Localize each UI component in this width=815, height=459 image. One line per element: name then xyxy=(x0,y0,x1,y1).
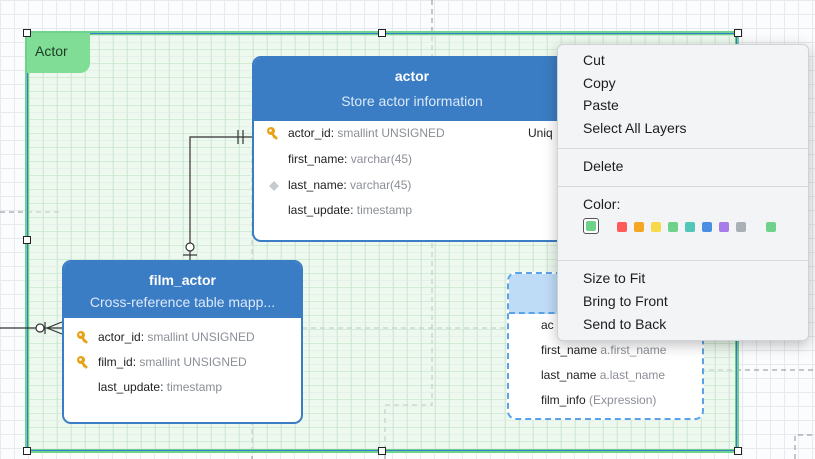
column-name: film_info xyxy=(541,393,586,407)
film-actor-table[interactable]: film_actor Cross-reference table mapp...… xyxy=(62,260,303,424)
column-name: last_name xyxy=(541,368,597,382)
column-row[interactable]: last_name: varchar(45) xyxy=(288,178,411,192)
column-name: first_name xyxy=(288,152,345,166)
primary-key-icon xyxy=(77,331,88,344)
context-menu: Cut Copy Paste Select All Layers Delete … xyxy=(557,44,809,341)
column-row[interactable]: last_update: timestamp xyxy=(98,380,222,394)
column-source: a.last_name xyxy=(599,368,666,382)
primary-key-icon xyxy=(77,356,88,369)
column-name: first_name xyxy=(541,343,598,357)
menu-item-delete[interactable]: Delete xyxy=(583,158,623,174)
column-row[interactable]: actor_id: smallint UNSIGNED xyxy=(288,126,445,140)
column-name: last_update xyxy=(98,380,161,394)
actor-table[interactable]: actor Store actor information actor_id: … xyxy=(252,56,572,242)
color-swatch-yellow[interactable] xyxy=(651,222,661,232)
color-swatch-purple[interactable] xyxy=(719,222,729,232)
column-row[interactable]: first_name: varchar(45) xyxy=(288,152,412,166)
column-type: timestamp xyxy=(166,380,223,394)
column-type: smallint UNSIGNED xyxy=(147,330,255,344)
column-source: a.first_name xyxy=(600,343,667,357)
menu-item-size-to-fit[interactable]: Size to Fit xyxy=(583,270,645,286)
column-name: actor_id xyxy=(98,330,141,344)
column-index-label: Uniq xyxy=(528,126,553,140)
column-name: last_name xyxy=(288,178,344,192)
menu-item-select-all-layers[interactable]: Select All Layers xyxy=(583,120,687,136)
menu-item-send-to-back[interactable]: Send to Back xyxy=(583,316,666,332)
menu-separator xyxy=(558,186,808,187)
column-row[interactable]: first_name a.first_name xyxy=(541,343,666,357)
column-row[interactable]: film_info (Expression) xyxy=(541,393,656,407)
column-row[interactable]: last_update: timestamp xyxy=(288,203,412,217)
column-type: smallint UNSIGNED xyxy=(139,355,247,369)
menu-item-paste[interactable]: Paste xyxy=(583,97,619,113)
film-actor-table-header[interactable]: film_actor Cross-reference table mapp... xyxy=(64,262,301,318)
column-source: (Expression) xyxy=(589,393,657,407)
menu-item-copy[interactable]: Copy xyxy=(583,75,616,91)
column-type: smallint UNSIGNED xyxy=(337,126,445,140)
column-type: varchar(45) xyxy=(350,152,413,166)
nullable-diamond-icon xyxy=(269,181,279,191)
menu-item-bring-to-front[interactable]: Bring to Front xyxy=(583,293,668,309)
color-swatch-blue[interactable] xyxy=(702,222,712,232)
color-label: Color: xyxy=(583,196,621,212)
menu-item-cut[interactable]: Cut xyxy=(583,52,605,68)
color-swatch-orange[interactable] xyxy=(634,222,644,232)
actor-table-title: actor xyxy=(394,68,430,84)
column-name: film_id xyxy=(98,355,133,369)
column-type: timestamp xyxy=(356,203,413,217)
color-swatch-red[interactable] xyxy=(617,222,627,232)
film-actor-table-subtitle: Cross-reference table mapp... xyxy=(89,294,276,310)
film-actor-table-title: film_actor xyxy=(149,272,216,288)
primary-key-icon xyxy=(267,127,278,140)
column-row[interactable]: last_name a.last_name xyxy=(541,368,665,382)
column-row[interactable]: ac xyxy=(541,318,554,332)
menu-separator xyxy=(558,260,808,261)
color-swatch-selected[interactable] xyxy=(583,218,599,234)
actor-table-subtitle: Store actor information xyxy=(341,93,483,109)
color-swatch-green[interactable] xyxy=(668,222,678,232)
color-swatch-mint[interactable] xyxy=(766,222,776,232)
color-swatch-gray[interactable] xyxy=(736,222,746,232)
color-swatch-teal[interactable] xyxy=(685,222,695,232)
menu-separator xyxy=(558,148,808,149)
column-row[interactable]: actor_id: smallint UNSIGNED xyxy=(98,330,255,344)
column-name: actor_id xyxy=(288,126,331,140)
column-row[interactable]: film_id: smallint UNSIGNED xyxy=(98,355,247,369)
actor-table-header[interactable]: actor Store actor information xyxy=(254,58,570,121)
column-type: varchar(45) xyxy=(350,178,412,192)
column-name: ac xyxy=(541,318,554,332)
column-name: last_update xyxy=(288,203,351,217)
